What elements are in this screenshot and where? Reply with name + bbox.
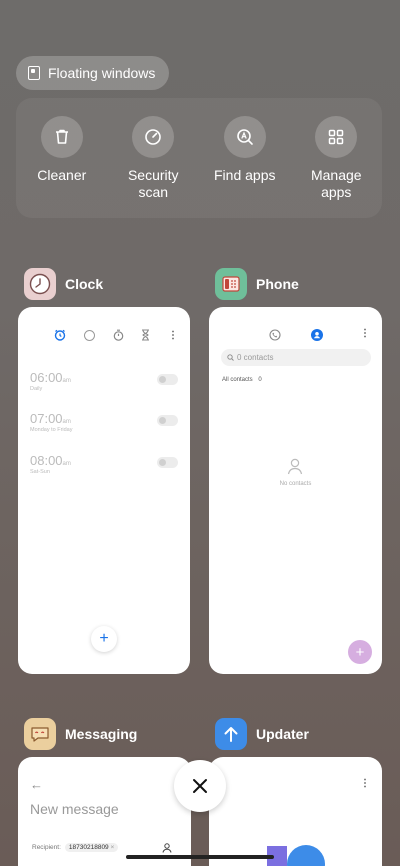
home-indicator[interactable] xyxy=(126,855,274,859)
cleaner-tool[interactable]: Cleaner xyxy=(19,116,105,218)
phone-app-header[interactable]: Phone xyxy=(215,268,299,300)
add-contact-icon[interactable] xyxy=(162,843,172,853)
clock-tabs: ⋮ xyxy=(54,329,178,341)
alarm-repeat: Sat-Sun xyxy=(30,469,50,475)
messaging-app-header[interactable]: Messaging xyxy=(24,718,137,750)
person-icon xyxy=(287,458,303,475)
gauge-icon xyxy=(132,116,175,158)
updater-illustration-circle xyxy=(287,845,325,866)
alarm-ampm: am xyxy=(62,419,71,425)
updater-app-header[interactable]: Updater xyxy=(215,718,309,750)
clock-app-header[interactable]: Clock xyxy=(24,268,103,300)
floating-window-icon xyxy=(28,66,40,80)
alarm-time: 08:00 xyxy=(30,453,63,468)
recipient-label: Recipient: xyxy=(32,844,61,851)
recipient-chip[interactable]: 18730218809 × xyxy=(64,843,119,852)
clock-app-title: Clock xyxy=(65,276,104,292)
phone-app-title: Phone xyxy=(256,276,299,292)
updater-app-icon xyxy=(215,718,247,750)
contacts-search-input[interactable]: 0 contacts xyxy=(221,349,371,366)
alarm-time: 06:00 xyxy=(30,370,63,385)
cleaner-label: Cleaner xyxy=(37,167,87,183)
calls-tab-icon[interactable] xyxy=(269,329,281,341)
alarm-ampm: am xyxy=(62,378,71,384)
updater-app-title: Updater xyxy=(256,726,309,742)
alarm-item[interactable]: 07:00am Monday to Friday xyxy=(30,411,178,433)
timer-tab-icon[interactable] xyxy=(141,329,150,341)
contacts-tab-icon[interactable] xyxy=(311,329,323,341)
messaging-app-card[interactable]: ← New message Recipient: 18730218809 × xyxy=(18,757,191,866)
alarm-tab-icon[interactable] xyxy=(54,329,66,341)
phone-app-card[interactable]: ⋮ 0 contacts All contacts 0 No contacts … xyxy=(209,307,382,674)
alarm-toggle[interactable] xyxy=(157,457,178,468)
back-arrow-icon[interactable]: ← xyxy=(30,777,43,792)
contacts-search-placeholder: 0 contacts xyxy=(237,353,274,362)
world-clock-tab-icon[interactable] xyxy=(83,329,95,341)
clock-more-icon[interactable]: ⋮ xyxy=(168,330,178,341)
security-scan-label: Security scan xyxy=(127,167,179,200)
close-all-button[interactable] xyxy=(174,760,226,812)
alarm-item[interactable]: 08:00am Sat-Sun xyxy=(30,453,178,475)
clock-app-icon xyxy=(24,268,56,300)
recipient-number: 18730218809 xyxy=(68,844,109,851)
no-contacts-text: No contacts xyxy=(279,481,312,487)
contacts-filter[interactable]: All contacts 0 xyxy=(222,377,262,383)
find-apps-tool[interactable]: Find apps xyxy=(202,116,288,218)
grid-icon xyxy=(315,116,358,158)
manage-apps-tool[interactable]: Manage apps xyxy=(293,116,379,218)
manage-apps-label: Manage apps xyxy=(310,167,362,200)
phone-more-icon[interactable]: ⋮ xyxy=(360,328,370,339)
alarm-toggle[interactable] xyxy=(157,374,178,385)
floating-windows-button[interactable]: Floating windows xyxy=(16,56,170,90)
stopwatch-tab-icon[interactable] xyxy=(113,329,124,341)
phone-app-icon xyxy=(215,268,247,300)
updater-more-icon[interactable]: ⋮ xyxy=(360,778,370,789)
alarm-repeat: Daily xyxy=(30,386,43,392)
find-apps-icon xyxy=(223,116,266,158)
search-icon xyxy=(227,354,234,361)
alarm-time: 07:00 xyxy=(30,411,63,426)
messaging-app-title: Messaging xyxy=(65,726,138,742)
updater-app-card[interactable]: ⋮ xyxy=(209,757,382,866)
clock-app-card[interactable]: ⋮ 06:00am Daily 07:00am Monday to Friday… xyxy=(18,307,190,674)
find-apps-label: Find apps xyxy=(214,167,276,183)
contacts-filter-count: 0 xyxy=(258,377,262,383)
alarm-repeat: Monday to Friday xyxy=(30,427,73,433)
alarm-toggle[interactable] xyxy=(157,415,178,426)
quick-tools-panel: Cleaner Security scan Find apps Manage a… xyxy=(16,98,382,218)
trash-icon xyxy=(40,116,83,158)
alarm-ampm: am xyxy=(62,461,71,467)
alarm-item[interactable]: 06:00am Daily xyxy=(30,370,178,392)
recipient-row[interactable]: Recipient: 18730218809 × xyxy=(32,843,119,852)
new-message-heading: New message xyxy=(30,801,119,817)
close-icon xyxy=(193,779,207,793)
security-scan-tool[interactable]: Security scan xyxy=(110,116,196,218)
chip-remove-icon[interactable]: × xyxy=(110,844,114,851)
contacts-filter-label: All contacts xyxy=(222,377,253,383)
messaging-app-icon xyxy=(24,718,56,750)
add-alarm-button[interactable]: + xyxy=(91,626,117,652)
floating-windows-label: Floating windows xyxy=(48,65,156,81)
add-contact-button[interactable]: + xyxy=(348,640,372,664)
